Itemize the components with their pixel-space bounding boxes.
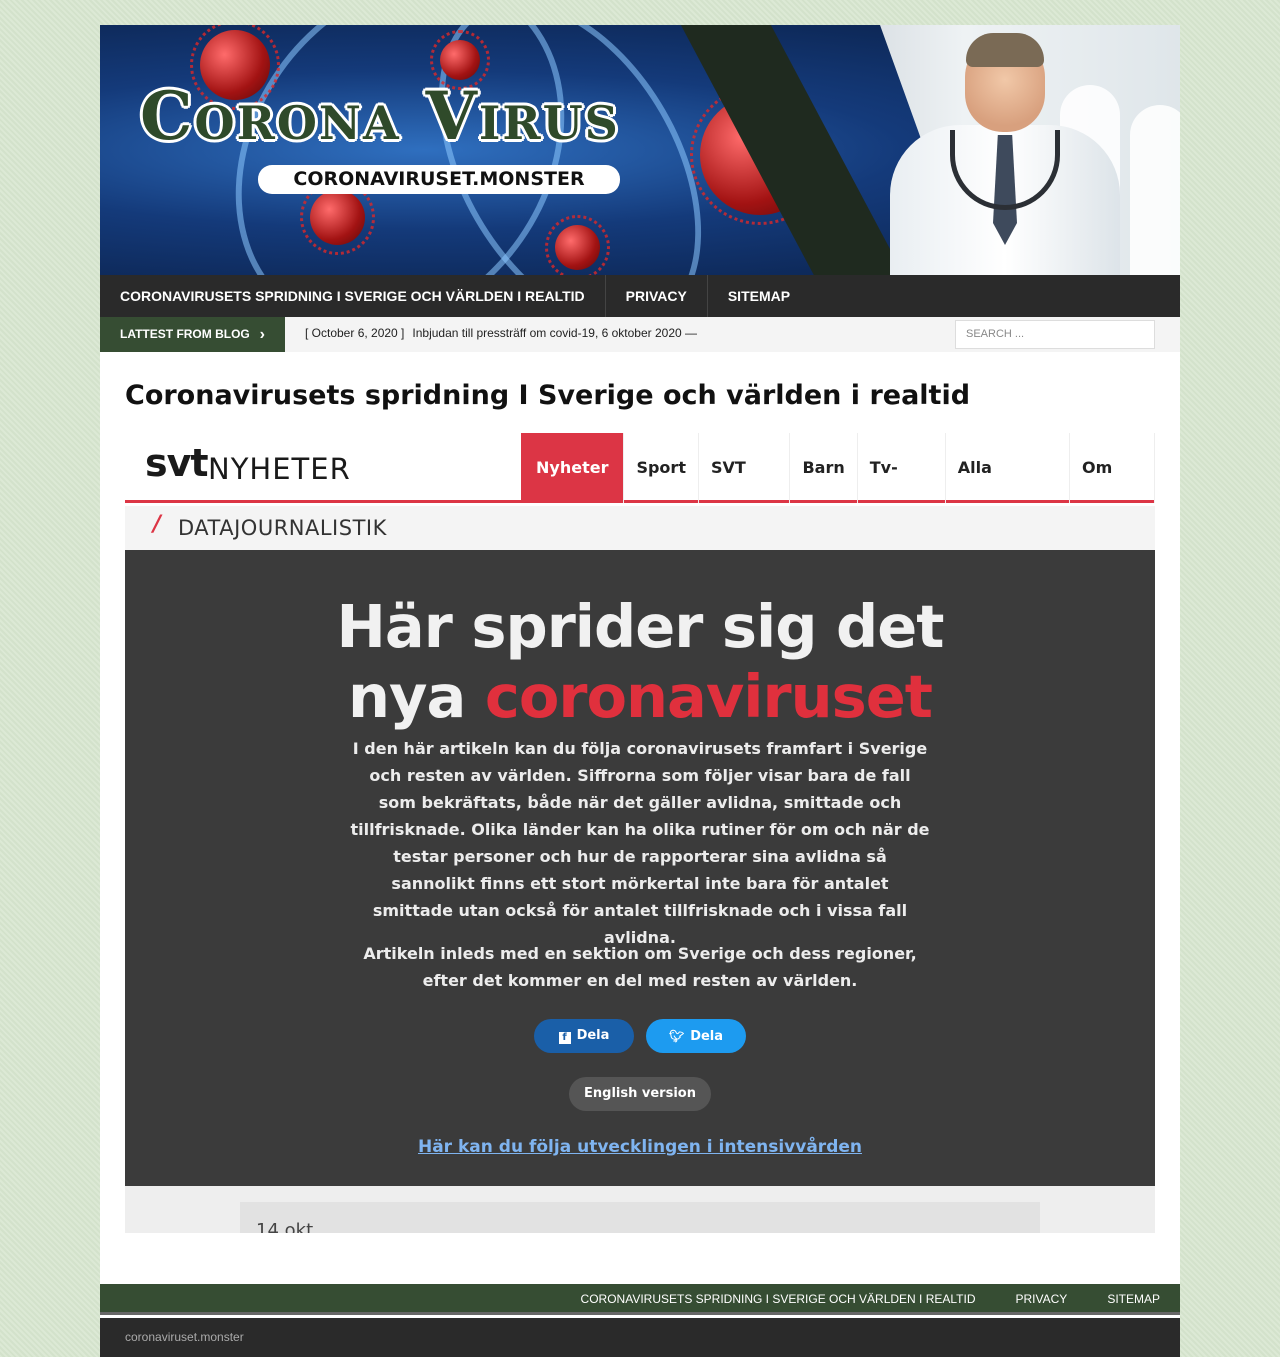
nav-item-coronavirus-spread[interactable]: CORONAVIRUSETS SPRIDNING I SVERIGE OCH V…	[100, 275, 606, 317]
svt-tab-svt-play[interactable]: SVT Play	[699, 433, 791, 547]
svt-embed-frame: svt NYHETER Nyheter Sport SVT Play Barn …	[125, 433, 1155, 1233]
section-label[interactable]: DATAJOURNALISTIK	[178, 516, 387, 540]
svt-logo[interactable]: svt	[145, 441, 209, 485]
news-ticker: LATTEST FROM BLOG › [ October 6, 2020 ] I…	[100, 317, 1180, 352]
virus-graphic	[430, 30, 490, 90]
svt-logo-section[interactable]: NYHETER	[208, 452, 351, 486]
virus-graphic	[545, 215, 610, 275]
article-headline: Här sprider sig det nya coronaviruset	[125, 592, 1155, 732]
english-version-button[interactable]: English version	[569, 1077, 711, 1111]
svt-tab-nyheter[interactable]: Nyheter	[521, 433, 625, 503]
page-wrapper: Corona Virus CORONAVIRUSET.MONSTER CORON…	[100, 25, 1180, 1357]
section-slash: /	[153, 512, 162, 537]
doctor-hair	[966, 33, 1044, 67]
svt-tab-barn[interactable]: Barn	[790, 433, 858, 503]
main-nav: CORONAVIRUSETS SPRIDNING I SVERIGE OCH V…	[100, 275, 1180, 317]
share-twitter-label: Dela	[690, 1029, 724, 1044]
chevron-right-icon: ›	[259, 326, 265, 343]
section-bar: / DATAJOURNALISTIK	[125, 506, 1155, 550]
footer-bar: coronaviruset.monster	[100, 1318, 1180, 1357]
virus-graphic	[300, 180, 375, 255]
header-banner[interactable]: Corona Virus CORONAVIRUSET.MONSTER	[100, 25, 1180, 275]
data-card: 14 okt	[240, 1202, 1040, 1233]
ticker-label: LATTEST FROM BLOG ›	[100, 317, 285, 352]
ticker-date: [ October 6, 2020 ]	[305, 326, 405, 340]
intensive-care-link[interactable]: Här kan du följa utvecklingen i intensiv…	[125, 1137, 1155, 1157]
data-section: 14 okt	[125, 1186, 1155, 1233]
article-lede-secondary: Artikeln inleds med en sektion om Sverig…	[363, 944, 917, 990]
card-date: 14 okt	[256, 1220, 314, 1233]
nav-item-sitemap[interactable]: SITEMAP	[708, 275, 810, 317]
footer-link-privacy[interactable]: PRIVACY	[996, 1284, 1088, 1315]
site-logo-subtitle: CORONAVIRUSET.MONSTER	[258, 165, 620, 194]
nav-item-privacy[interactable]: PRIVACY	[606, 275, 708, 317]
footer-nav: CORONAVIRUSETS SPRIDNING I SVERIGE OCH V…	[100, 1284, 1180, 1315]
ticker-label-text: LATTEST FROM BLOG	[120, 327, 250, 341]
twitter-icon: 🐦︎	[668, 1029, 685, 1043]
search-input[interactable]: SEARCH ...	[955, 320, 1155, 349]
footer-copyright: coronaviruset.monster	[125, 1330, 244, 1344]
background-staff	[1130, 105, 1180, 275]
footer-link-coronavirus-spread[interactable]: CORONAVIRUSETS SPRIDNING I SVERIGE OCH V…	[561, 1284, 996, 1315]
article-lede: I den här artikeln kan du följa coronavi…	[350, 739, 930, 947]
svt-header: svt NYHETER Nyheter Sport SVT Play Barn …	[125, 433, 1155, 547]
article-hero: Här sprider sig det nya coronaviruset I …	[125, 550, 1155, 1186]
facebook-icon: f	[558, 1032, 571, 1044]
site-logo-title: Corona Virus	[140, 77, 620, 155]
page-title: Coronavirusets spridning I Sverige och v…	[125, 380, 971, 411]
share-twitter-button[interactable]: 🐦︎ Dela	[646, 1019, 746, 1053]
svt-tab-tv-tabla[interactable]: Tv-tablå	[858, 433, 946, 547]
share-facebook-button[interactable]: f Dela	[534, 1019, 634, 1053]
svt-tab-alla-program[interactable]: Alla program	[946, 433, 1070, 547]
footer-link-sitemap[interactable]: SITEMAP	[1087, 1284, 1180, 1315]
ticker-item[interactable]: [ October 6, 2020 ] Inbjudan till presstr…	[305, 317, 697, 350]
svt-nav: Nyheter Sport SVT Play Barn Tv-tablå All…	[521, 433, 1155, 547]
ticker-headline[interactable]: Inbjudan till pressträff om covid-19, 6 …	[412, 326, 697, 340]
headline-highlight: coronaviruset	[484, 662, 933, 731]
headline-line-1: Här sprider sig det	[336, 592, 945, 661]
svt-tab-om-svt[interactable]: Om SVT	[1070, 433, 1155, 547]
footer-links: CORONAVIRUSETS SPRIDNING I SVERIGE OCH V…	[561, 1284, 1180, 1315]
headline-word: nya	[348, 662, 466, 731]
share-facebook-label: Dela	[576, 1028, 610, 1043]
svt-tab-sport[interactable]: Sport	[624, 433, 699, 503]
